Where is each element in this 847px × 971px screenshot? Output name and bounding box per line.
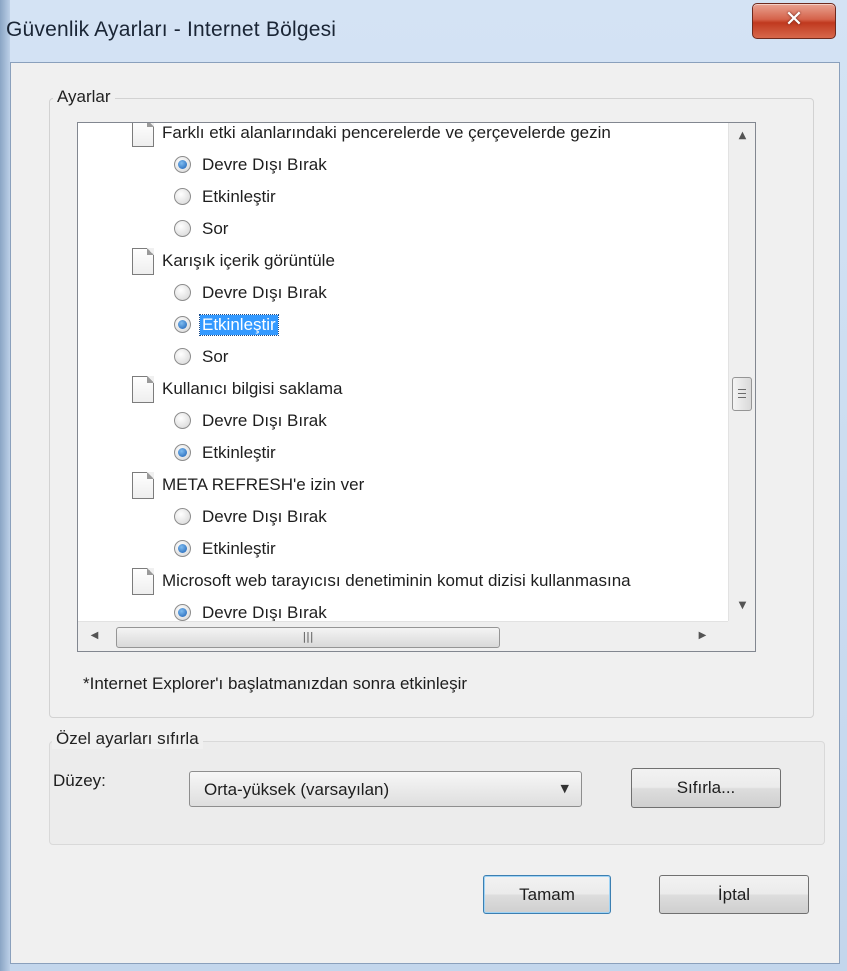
document-icon <box>132 376 154 403</box>
cancel-button[interactable]: İptal <box>659 875 809 914</box>
radio-unchecked-icon[interactable] <box>174 284 191 301</box>
close-button[interactable]: ✕ <box>752 3 836 39</box>
option-label: Devre Dışı Bırak <box>202 155 327 174</box>
document-icon <box>132 123 154 147</box>
option-label: Sor <box>202 347 229 366</box>
scrollbar-corner <box>728 621 755 651</box>
radio-checked-icon[interactable] <box>174 316 191 333</box>
radio-checked-icon[interactable] <box>174 156 191 173</box>
scroll-left-icon[interactable]: ◀ <box>82 625 107 647</box>
document-icon <box>132 472 154 499</box>
window-title: Güvenlik Ayarları - Internet Bölgesi <box>6 18 337 41</box>
horizontal-scrollbar[interactable]: ◀ ||| ▶ <box>78 621 728 651</box>
radio-unchecked-icon[interactable] <box>174 220 191 237</box>
setting-label: Karışık içerik görüntüle <box>162 251 335 270</box>
radio-unchecked-icon[interactable] <box>174 348 191 365</box>
radio-checked-icon[interactable] <box>174 604 191 621</box>
setting-label: Kullanıcı bilgisi saklama <box>162 379 343 398</box>
close-icon: ✕ <box>784 7 804 32</box>
grip-line <box>738 397 746 398</box>
settings-tree[interactable]: Farklı etki alanlarındaki pencerelerde v… <box>77 122 756 652</box>
option-label: Devre Dışı Bırak <box>202 283 327 302</box>
scroll-up-icon[interactable]: ▲ <box>730 125 755 147</box>
grip-line <box>738 393 746 394</box>
chevron-down-icon: ▼ <box>560 782 569 795</box>
reset-button[interactable]: Sıfırla... <box>631 768 781 808</box>
option-label: Etkinleştir <box>202 539 276 558</box>
radio-checked-icon[interactable] <box>174 540 191 557</box>
level-dropdown-value: Orta-yüksek (varsayılan) <box>204 780 390 799</box>
setting-label: Farklı etki alanlarındaki pencerelerde v… <box>162 123 611 142</box>
option-label: Etkinleştir <box>202 187 276 206</box>
option-label: Etkinleştir <box>199 314 279 336</box>
scroll-right-icon[interactable]: ▶ <box>690 625 715 647</box>
settings-list: Farklı etki alanlarındaki pencerelerde v… <box>78 123 728 621</box>
reset-group-label: Özel ayarları sıfırla <box>52 729 203 749</box>
security-settings-dialog: Güvenlik Ayarları - Internet Bölgesi ✕ A… <box>0 0 847 971</box>
ok-button[interactable]: Tamam <box>483 875 611 914</box>
document-icon <box>132 248 154 275</box>
vertical-scrollbar[interactable]: ▲ ▼ <box>728 123 755 621</box>
level-label: Düzey: <box>53 771 106 790</box>
title-bar[interactable]: Güvenlik Ayarları - Internet Bölgesi ✕ <box>0 0 847 62</box>
radio-unchecked-icon[interactable] <box>174 188 191 205</box>
option-label: Devre Dışı Bırak <box>202 411 327 430</box>
setting-label: META REFRESH'e izin ver <box>162 475 365 494</box>
option-label: Sor <box>202 219 229 238</box>
option-label: Devre Dışı Bırak <box>202 507 327 526</box>
dialog-body: Ayarlar Farklı etki alanlarındaki pencer… <box>10 62 840 964</box>
level-dropdown[interactable]: Orta-yüksek (varsayılan) ▼ <box>189 771 582 807</box>
horizontal-scroll-thumb[interactable]: ||| <box>116 627 500 648</box>
vertical-scroll-thumb[interactable] <box>732 377 752 411</box>
option-label: Devre Dışı Bırak <box>202 603 327 621</box>
document-icon <box>132 568 154 595</box>
radio-checked-icon[interactable] <box>174 444 191 461</box>
radio-unchecked-icon[interactable] <box>174 508 191 525</box>
grip-line <box>738 389 746 390</box>
settings-group-label: Ayarlar <box>53 87 115 107</box>
restart-note: *Internet Explorer'ı başlatmanızdan sonr… <box>83 674 468 693</box>
option-label: Etkinleştir <box>202 443 276 462</box>
radio-unchecked-icon[interactable] <box>174 412 191 429</box>
scroll-down-icon[interactable]: ▼ <box>730 595 755 617</box>
setting-label: Microsoft web tarayıcısı denetiminin kom… <box>162 571 631 590</box>
